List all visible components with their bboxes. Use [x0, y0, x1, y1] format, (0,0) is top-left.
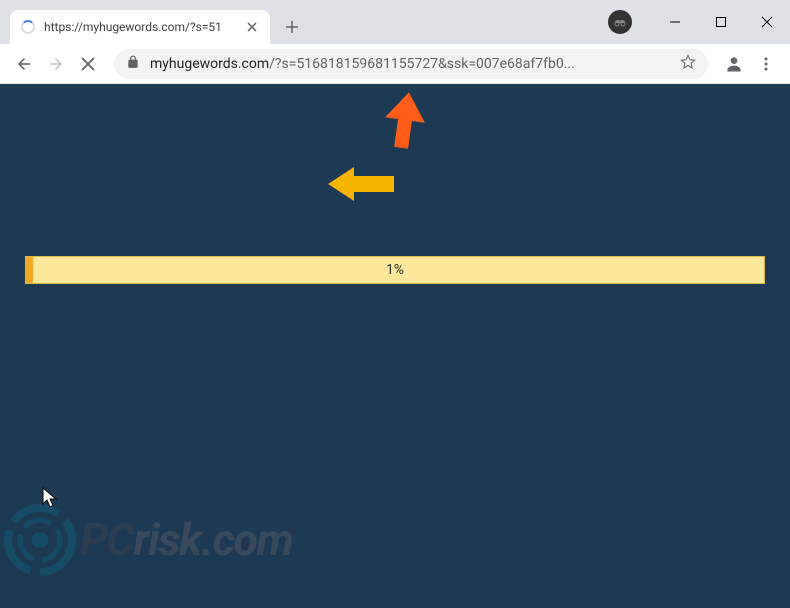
toolbar: myhugewords.com/?s=516818159681155727&ss… [0, 44, 790, 84]
window-controls [608, 0, 790, 44]
stop-reload-button[interactable] [72, 48, 104, 80]
url-path: /?s=516818159681155727&ssk=007e68af7fb0.… [269, 56, 575, 72]
lock-icon [126, 55, 140, 73]
browser-tab[interactable]: https://myhugewords.com/?s=51 [10, 10, 270, 44]
menu-icon[interactable] [750, 48, 782, 80]
url-text: myhugewords.com/?s=516818159681155727&ss… [150, 56, 672, 72]
watermark-risk: risk.com [133, 514, 292, 566]
maximize-button[interactable] [698, 6, 744, 38]
page-content: 1% PCrisk.com [0, 84, 790, 608]
annotation-arrow-left-icon [326, 164, 396, 208]
forward-button[interactable] [40, 48, 72, 80]
tab-title: https://myhugewords.com/?s=51 [44, 20, 244, 34]
new-tab-button[interactable] [278, 13, 306, 41]
loading-spinner-icon [20, 19, 36, 35]
watermark-pc: PC [80, 514, 133, 566]
bookmark-star-icon[interactable] [680, 54, 696, 74]
watermark-text: PCrisk.com [80, 514, 293, 566]
progress-fill [26, 257, 33, 283]
annotation-arrow-up-icon [380, 90, 430, 154]
watermark-logo-icon [0, 500, 80, 580]
url-domain: myhugewords.com [150, 56, 269, 72]
mouse-cursor-icon [42, 487, 58, 513]
minimize-button[interactable] [652, 6, 698, 38]
browser-window: https://myhugewords.com/?s=51 [0, 0, 790, 608]
progress-bar: 1% [25, 256, 765, 284]
close-window-button[interactable] [744, 6, 790, 38]
address-bar[interactable]: myhugewords.com/?s=516818159681155727&ss… [114, 49, 708, 79]
incognito-icon [608, 10, 632, 34]
profile-icon[interactable] [718, 48, 750, 80]
back-button[interactable] [8, 48, 40, 80]
title-bar: https://myhugewords.com/?s=51 [0, 0, 790, 44]
progress-text: 1% [386, 262, 404, 278]
tab-close-button[interactable] [244, 19, 260, 35]
